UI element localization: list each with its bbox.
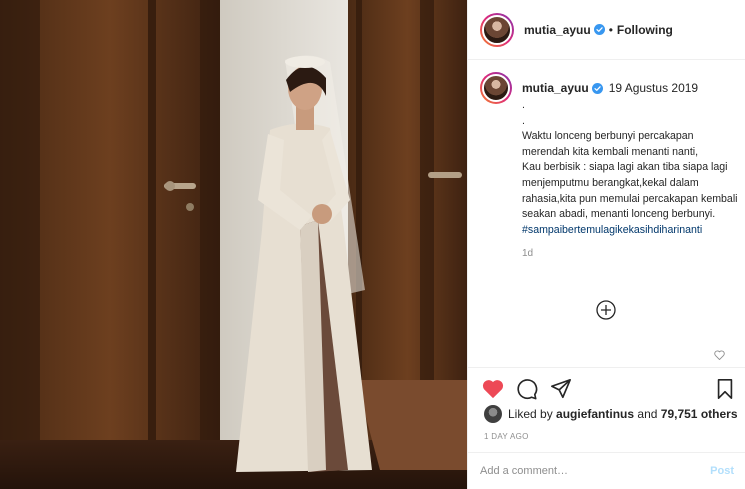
caption-text: . . Waktu lonceng berbunyi percakapan me… <box>522 99 738 221</box>
verified-badge-icon <box>591 82 603 94</box>
avatar-image <box>482 14 512 45</box>
caption-username-link[interactable]: mutia_ayuu <box>522 81 589 95</box>
comment-like-heart-icon[interactable] <box>714 350 725 360</box>
caption-date: 19 Agustus 2019 <box>608 81 699 95</box>
comment-bubble-icon[interactable] <box>516 378 538 400</box>
caption-block: mutia_ayuu 19 Agustus 2019 . . Waktu lon… <box>480 72 740 259</box>
profile-avatar[interactable] <box>480 12 514 47</box>
post-header: mutia_ayuu • Following <box>468 0 745 60</box>
post-comment-button[interactable]: Post <box>710 465 734 477</box>
separator-dot: • <box>608 22 613 37</box>
bride-photo-illustration <box>0 0 467 489</box>
comment-input[interactable] <box>480 465 711 477</box>
post-timestamp[interactable]: 1 DAY AGO <box>484 432 529 441</box>
heart-filled-icon[interactable] <box>482 378 504 400</box>
likes-prefix: Liked by <box>508 407 553 421</box>
post-photo[interactable] <box>0 0 467 489</box>
username-link[interactable]: mutia_ayuu <box>524 23 591 37</box>
liker-avatar[interactable] <box>484 405 502 423</box>
following-button[interactable]: Following <box>617 23 673 37</box>
caption-hashtag[interactable]: #sampaibertemulagikekasihdiharinanti <box>522 223 740 239</box>
likes-summary: Liked by augiefantinus and 79,751 others <box>484 405 738 423</box>
plus-circle-icon[interactable] <box>596 300 616 320</box>
post-action-bar <box>468 367 745 407</box>
verified-badge-icon <box>593 24 605 35</box>
liker-username-link[interactable]: augiefantinus <box>556 407 634 421</box>
likes-count-link[interactable]: 79,751 others <box>661 407 738 421</box>
caption-avatar[interactable] <box>480 72 512 104</box>
caption-relative-time[interactable]: 1d <box>522 248 740 259</box>
instagram-post-modal: mutia_ayuu • Following mutia_ayuu 19 Agu… <box>0 0 745 489</box>
caption-avatar-image <box>482 74 510 102</box>
likes-conjunction: and <box>637 407 658 421</box>
paper-plane-icon[interactable] <box>550 378 572 400</box>
comment-form: Post <box>468 452 745 489</box>
bookmark-icon[interactable] <box>714 378 736 400</box>
post-side-panel: mutia_ayuu • Following mutia_ayuu 19 Agu… <box>467 0 745 489</box>
